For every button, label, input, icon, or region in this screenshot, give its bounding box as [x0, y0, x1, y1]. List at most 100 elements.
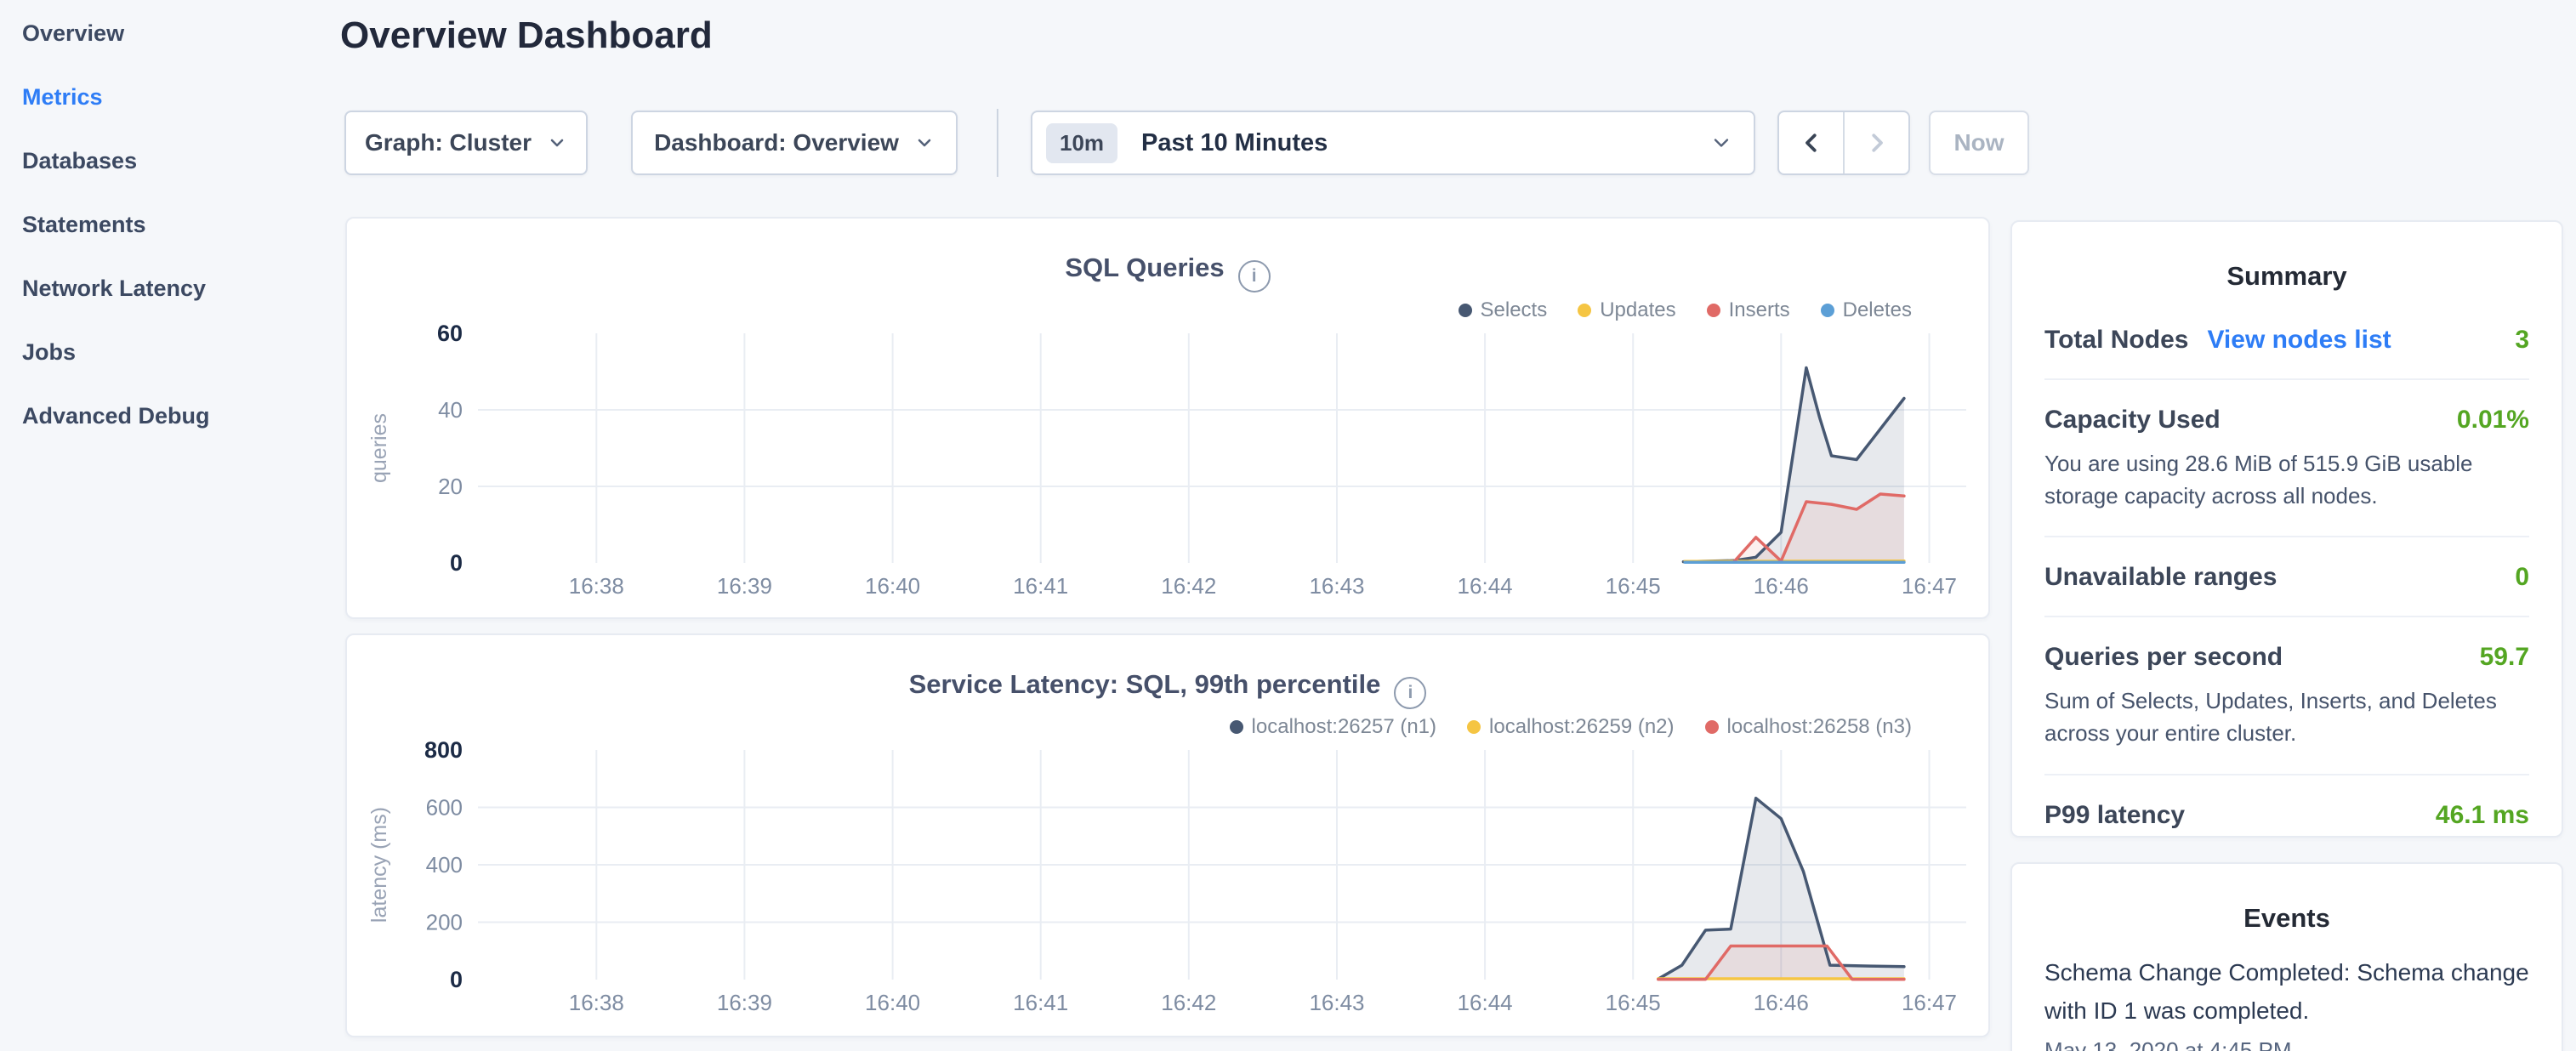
legend-dot — [1821, 304, 1834, 317]
summary-row-label: Queries per second — [2044, 643, 2283, 672]
legend-dot — [1467, 720, 1481, 734]
time-range-picker[interactable]: 10m Past 10 Minutes — [1031, 111, 1755, 175]
svg-text:16:44: 16:44 — [1458, 990, 1513, 1015]
svg-text:20: 20 — [438, 474, 463, 499]
sql-queries-chart-card: SQL Queriesi SelectsUpdatesInsertsDelete… — [345, 217, 1990, 619]
legend-label: localhost:26257 (n1) — [1252, 715, 1436, 739]
svg-text:16:38: 16:38 — [569, 990, 624, 1015]
svg-text:16:42: 16:42 — [1161, 990, 1216, 1015]
sidebar-item-advanced-debug[interactable]: Advanced Debug — [0, 384, 340, 448]
legend-item-updates[interactable]: Updates — [1578, 298, 1675, 322]
legend-dot — [1459, 304, 1472, 317]
svg-text:60: 60 — [437, 321, 463, 346]
svg-text:16:39: 16:39 — [717, 573, 772, 599]
svg-text:16:43: 16:43 — [1309, 990, 1364, 1015]
page-title: Overview Dashboard — [340, 14, 713, 58]
svg-text:16:40: 16:40 — [865, 573, 920, 599]
events-title: Events — [2012, 903, 2562, 934]
summary-panel: Summary Total Nodes View nodes list 3 Capac… — [2010, 220, 2563, 838]
legend-item-localhost-26259-n2-[interactable]: localhost:26259 (n2) — [1467, 715, 1674, 739]
graph-dropdown[interactable]: Graph: Cluster — [344, 111, 588, 175]
svg-text:40: 40 — [438, 397, 463, 423]
time-range-badge: 10m — [1046, 123, 1117, 163]
svg-text:16:38: 16:38 — [569, 573, 624, 599]
summary-rows: Total Nodes View nodes list 3 Capacity Used… — [2012, 300, 2562, 854]
svg-text:16:39: 16:39 — [717, 990, 772, 1015]
svg-text:16:46: 16:46 — [1754, 990, 1809, 1015]
summary-row-label: Capacity Used — [2044, 406, 2221, 435]
svg-text:16:45: 16:45 — [1606, 990, 1661, 1015]
time-forward-button[interactable] — [1845, 112, 1908, 173]
summary-row: P99 latency46.1 ms — [2044, 775, 2529, 854]
sidebar-item-network-latency[interactable]: Network Latency — [0, 257, 340, 321]
summary-row: Total Nodes View nodes list 3 — [2044, 300, 2529, 380]
legend-item-deletes[interactable]: Deletes — [1821, 298, 1912, 322]
view-nodes-list-link[interactable]: View nodes list — [2207, 326, 2391, 355]
chart-title: Service Latency: SQL, 99th percentile — [909, 669, 1381, 699]
summary-row-label: Total Nodes — [2044, 326, 2188, 355]
svg-text:16:41: 16:41 — [1013, 573, 1068, 599]
chevron-down-icon — [914, 133, 935, 153]
svg-text:16:45: 16:45 — [1606, 573, 1661, 599]
summary-row: Unavailable ranges 0 — [2044, 537, 2529, 617]
svg-text:16:41: 16:41 — [1013, 990, 1068, 1015]
svg-text:16:42: 16:42 — [1161, 573, 1216, 599]
app: OverviewMetricsDatabasesStatementsNetwor… — [0, 0, 2576, 1051]
svg-text:0: 0 — [450, 550, 463, 576]
svg-text:16:44: 16:44 — [1458, 573, 1513, 599]
sidebar-item-metrics[interactable]: Metrics — [0, 65, 340, 129]
events-panel: Events Schema Change Completed: Schema c… — [2010, 862, 2563, 1051]
svg-text:800: 800 — [424, 737, 463, 763]
svg-text:600: 600 — [426, 795, 463, 821]
dashboard-dropdown-label: Dashboard: Overview — [654, 129, 899, 156]
summary-row-label: Unavailable ranges — [2044, 563, 2277, 592]
sidebar-item-overview[interactable]: Overview — [0, 2, 340, 65]
now-button[interactable]: Now — [1929, 111, 2029, 175]
legend-dot — [1707, 304, 1720, 317]
dashboard-dropdown[interactable]: Dashboard: Overview — [631, 111, 958, 175]
svg-text:16:47: 16:47 — [1902, 990, 1957, 1015]
svg-text:16:43: 16:43 — [1309, 573, 1364, 599]
chart-legend: localhost:26257 (n1) localhost:26259 (n2)… — [1230, 715, 1912, 739]
legend-item-selects[interactable]: Selects — [1459, 298, 1548, 322]
legend-label: localhost:26259 (n2) — [1489, 715, 1674, 739]
sidebar-item-databases[interactable]: Databases — [0, 129, 340, 193]
time-range-label: Past 10 Minutes — [1141, 129, 1328, 157]
sidebar-item-jobs[interactable]: Jobs — [0, 321, 340, 384]
summary-row-description: You are using 28.6 MiB of 515.9 GiB usab… — [2044, 448, 2529, 512]
legend-dot — [1578, 304, 1591, 317]
toolbar-divider — [997, 109, 998, 177]
legend-label: Selects — [1481, 298, 1548, 322]
svg-text:16:40: 16:40 — [865, 990, 920, 1015]
graph-dropdown-label: Graph: Cluster — [365, 129, 532, 156]
legend-item-inserts[interactable]: Inserts — [1707, 298, 1790, 322]
legend-item-localhost-26258-n3-[interactable]: localhost:26258 (n3) — [1705, 715, 1912, 739]
summary-title: Summary — [2012, 261, 2562, 292]
service-latency-chart-card: Service Latency: SQL, 99th percentile i l… — [345, 633, 1990, 1037]
sidebar: OverviewMetricsDatabasesStatementsNetwor… — [0, 0, 340, 448]
info-icon[interactable]: i — [1394, 677, 1426, 709]
legend-label: localhost:26258 (n3) — [1727, 715, 1912, 739]
event-timestamp: May 13, 2020 at 4:45 PM — [2044, 1037, 2529, 1051]
chart-legend: Selects Updates Inserts Deletes — [1459, 298, 1913, 322]
svg-text:0: 0 — [450, 967, 463, 992]
svg-text:16:46: 16:46 — [1754, 573, 1809, 599]
event-text: Schema Change Completed: Schema change w… — [2044, 954, 2529, 1031]
chevron-right-icon — [1864, 130, 1890, 156]
info-icon[interactable]: i — [1238, 260, 1271, 293]
chevron-down-icon — [1709, 131, 1733, 155]
summary-row: Capacity Used 0.01% You are using 28.6 MiB… — [2044, 380, 2529, 537]
summary-row-value: 3 — [2515, 326, 2529, 355]
summary-row-value: 0 — [2515, 563, 2529, 592]
time-back-button[interactable] — [1779, 112, 1845, 173]
summary-row-value: 0.01% — [2457, 406, 2529, 435]
summary-row-label: P99 latency — [2044, 801, 2185, 830]
legend-item-localhost-26257-n1-[interactable]: localhost:26257 (n1) — [1230, 715, 1436, 739]
legend-dot — [1230, 720, 1243, 734]
svg-text:200: 200 — [426, 910, 463, 935]
event-item: Schema Change Completed: Schema change w… — [2044, 954, 2529, 1051]
sidebar-item-statements[interactable]: Statements — [0, 193, 340, 257]
summary-row: Queries per second59.7Sum of Selects, Up… — [2044, 617, 2529, 775]
summary-row-description: Sum of Selects, Updates, Inserts, and De… — [2044, 685, 2529, 749]
chevron-left-icon — [1799, 130, 1824, 156]
